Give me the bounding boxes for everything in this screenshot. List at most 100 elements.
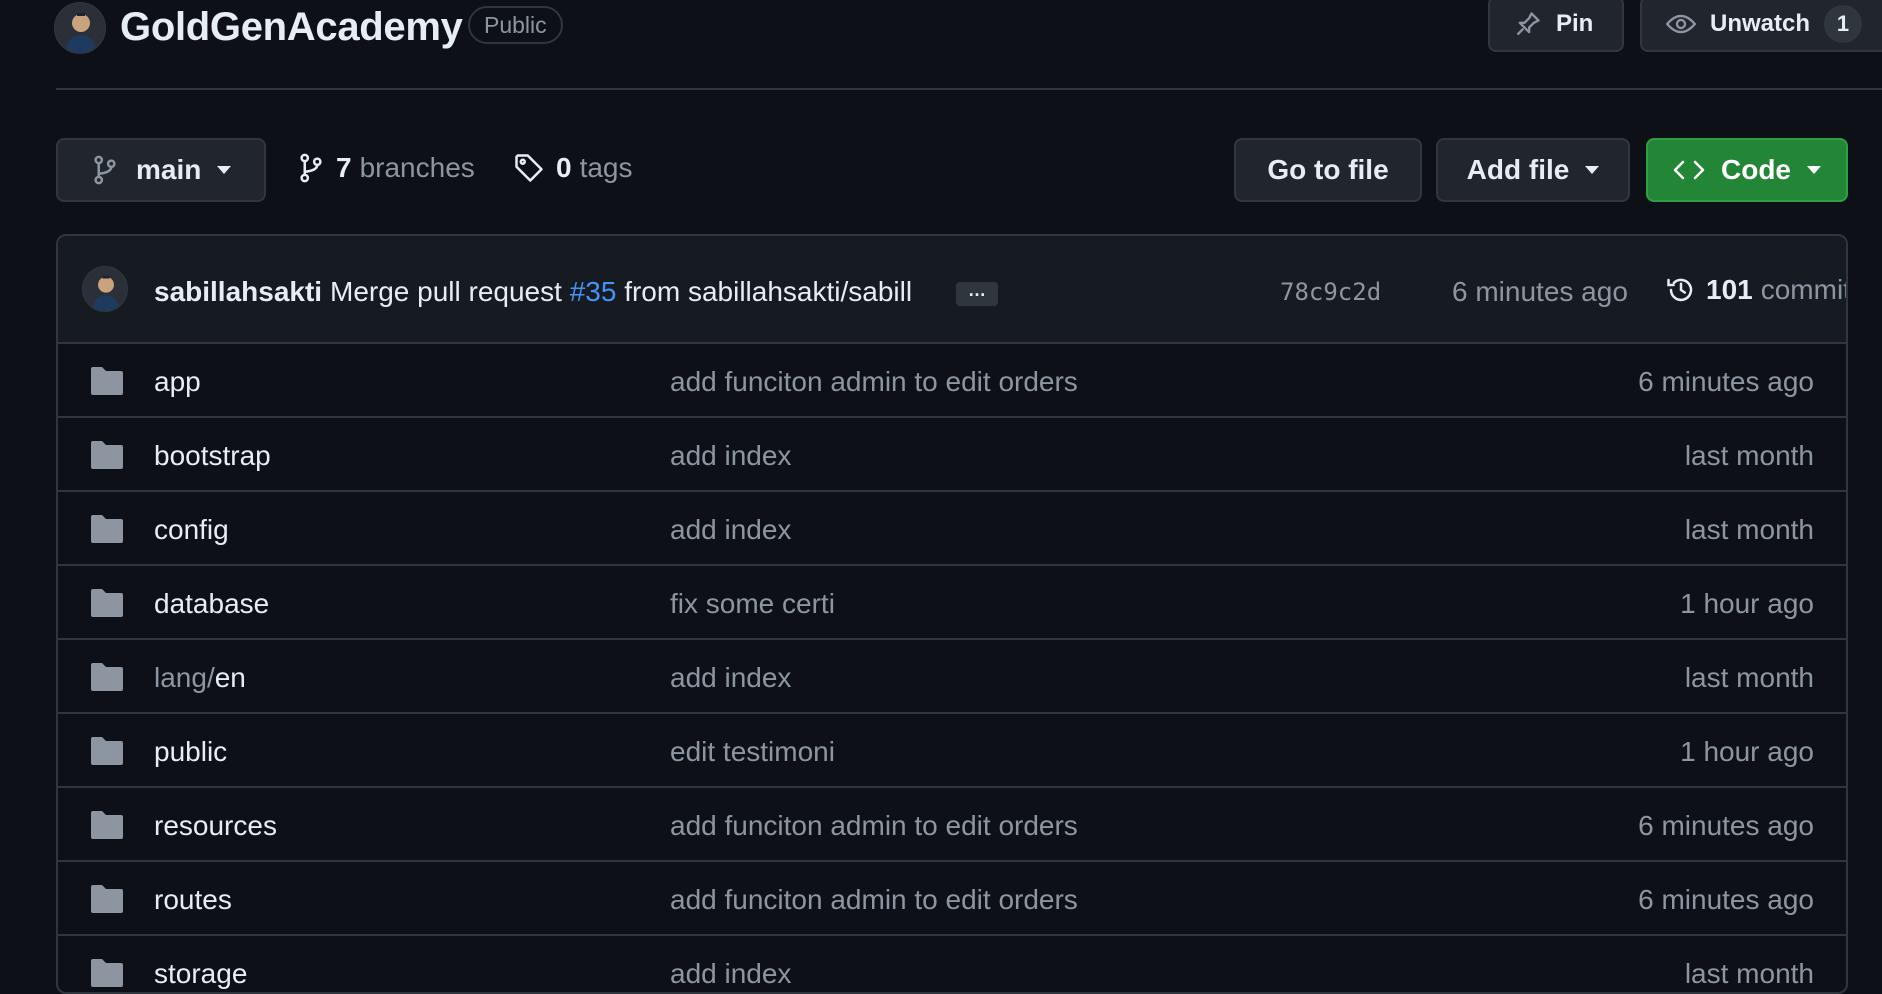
git-branch-icon: [298, 153, 324, 183]
tags-count: 0: [556, 152, 572, 183]
file-commit-message[interactable]: fix some certi: [670, 588, 835, 620]
commits-count: 101: [1706, 274, 1753, 305]
code-button[interactable]: Code: [1646, 138, 1848, 202]
file-name-link[interactable]: lang/en: [154, 662, 246, 694]
folder-icon: [90, 366, 124, 396]
header-divider: [56, 88, 1882, 90]
file-name-link[interactable]: app: [154, 366, 201, 398]
add-file-label: Add file: [1466, 154, 1570, 185]
folder-icon: [90, 514, 124, 544]
commits-label: commits: [1760, 274, 1846, 305]
watch-count: 1: [1824, 5, 1863, 43]
folder-icon: [90, 588, 124, 618]
file-commit-age: last month: [1684, 514, 1814, 545]
file-name: public: [154, 736, 228, 767]
commit-time: 6 minutes ago: [1452, 276, 1628, 307]
unwatch-label: Unwatch: [1710, 10, 1811, 37]
file-name-link[interactable]: database: [154, 588, 269, 620]
folder-icon: [90, 958, 124, 988]
file-browser: sabillahsakti Merge pull request #35 fro…: [56, 234, 1848, 994]
file-row[interactable]: resources add funciton admin to edit orde…: [58, 788, 1846, 862]
file-name-link[interactable]: public: [154, 736, 227, 768]
commit-message-prefix: Merge pull request: [330, 276, 562, 307]
file-commit-message[interactable]: add index: [670, 514, 791, 546]
file-row[interactable]: lang/en add index last month: [58, 640, 1846, 714]
file-commit-message[interactable]: add index: [670, 440, 791, 472]
commits-history-link[interactable]: 101 commits: [1666, 274, 1846, 306]
file-commit-message[interactable]: add funciton admin to edit orders: [670, 884, 1078, 916]
latest-commit-bar: sabillahsakti Merge pull request #35 fro…: [58, 236, 1846, 344]
commit-author[interactable]: sabillahsakti: [154, 276, 322, 308]
file-row[interactable]: database fix some certi 1 hour ago: [58, 566, 1846, 640]
file-commit-age: 6 minutes ago: [1638, 810, 1814, 841]
file-name: config: [154, 514, 229, 545]
code-label: Code: [1721, 154, 1791, 185]
file-commit-message[interactable]: add funciton admin to edit orders: [670, 810, 1078, 842]
file-commit-age: last month: [1684, 958, 1814, 989]
file-name: app: [154, 366, 201, 397]
file-name-link[interactable]: bootstrap: [154, 440, 271, 472]
file-row[interactable]: app add funciton admin to edit orders 6 mi…: [58, 344, 1846, 418]
chevron-down-icon: [217, 166, 232, 174]
tags-link[interactable]: 0 tags: [514, 152, 633, 184]
file-name: storage: [154, 958, 248, 989]
file-row[interactable]: config add index last month: [58, 492, 1846, 566]
add-file-button[interactable]: Add file: [1436, 138, 1630, 202]
go-to-file-button[interactable]: Go to file: [1234, 138, 1422, 202]
file-row[interactable]: storage add index last month: [58, 936, 1846, 992]
commit-author-avatar[interactable]: [82, 266, 128, 312]
branches-link[interactable]: 7 branches: [298, 152, 475, 184]
tag-icon: [514, 153, 544, 183]
branch-name: main: [136, 154, 202, 185]
file-path-prefix: lang/: [154, 662, 215, 693]
file-commit-age: last month: [1684, 662, 1814, 693]
file-commit-message[interactable]: add index: [670, 662, 791, 694]
git-branch-icon: [92, 155, 118, 185]
folder-icon: [90, 736, 124, 766]
file-name-link[interactable]: resources: [154, 810, 277, 842]
file-row[interactable]: routes add funciton admin to edit orders 6…: [58, 862, 1846, 936]
eye-icon: [1666, 11, 1696, 37]
commit-message-suffix: from sabillahsakti/sabill: [624, 276, 913, 307]
file-name: en: [214, 662, 246, 693]
folder-icon: [90, 810, 124, 840]
file-name: bootstrap: [154, 440, 271, 471]
file-commit-message[interactable]: add index: [670, 958, 791, 990]
branches-label: branches: [359, 152, 475, 183]
repo-header: GoldGenAcademy Public Pin Unwatch 1: [0, 0, 1882, 90]
file-name-link[interactable]: routes: [154, 884, 232, 916]
repo-toolbar: main 7 branches 0 tags Go to file Add fi…: [0, 136, 1882, 204]
branch-selector[interactable]: main: [56, 138, 266, 202]
folder-icon: [90, 884, 124, 914]
file-commit-age: last month: [1684, 440, 1814, 471]
owner-avatar[interactable]: [54, 2, 106, 54]
folder-icon: [90, 440, 124, 470]
repo-name[interactable]: GoldGenAcademy: [120, 2, 463, 52]
file-commit-message[interactable]: add funciton admin to edit orders: [670, 366, 1078, 398]
chevron-down-icon: [1807, 166, 1821, 174]
pin-button[interactable]: Pin: [1488, 0, 1624, 52]
branches-count: 7: [336, 152, 352, 183]
file-name: routes: [154, 884, 232, 915]
file-commit-message[interactable]: edit testimoni: [670, 736, 835, 768]
pin-label: Pin: [1556, 10, 1594, 37]
tags-label: tags: [579, 152, 633, 183]
file-name: database: [154, 588, 270, 619]
folder-icon: [90, 662, 124, 692]
file-commit-age: 6 minutes ago: [1638, 884, 1814, 915]
chevron-down-icon: [1585, 166, 1600, 174]
file-row[interactable]: bootstrap add index last month: [58, 418, 1846, 492]
file-name: resources: [154, 810, 277, 841]
visibility-badge: Public: [468, 6, 563, 44]
pin-icon: [1514, 10, 1542, 38]
file-commit-age: 1 hour ago: [1680, 736, 1814, 767]
expand-commit-button[interactable]: …: [956, 281, 998, 306]
file-commit-age: 1 hour ago: [1680, 588, 1814, 619]
file-row[interactable]: public edit testimoni 1 hour ago: [58, 714, 1846, 788]
unwatch-button[interactable]: Unwatch 1: [1640, 0, 1882, 52]
commit-sha[interactable]: 78c9c2d: [1280, 278, 1381, 306]
file-name-link[interactable]: config: [154, 514, 229, 546]
pull-request-link[interactable]: #35: [570, 276, 617, 307]
commit-message[interactable]: Merge pull request #35 from sabillahsakt…: [330, 276, 912, 308]
file-name-link[interactable]: storage: [154, 958, 247, 990]
